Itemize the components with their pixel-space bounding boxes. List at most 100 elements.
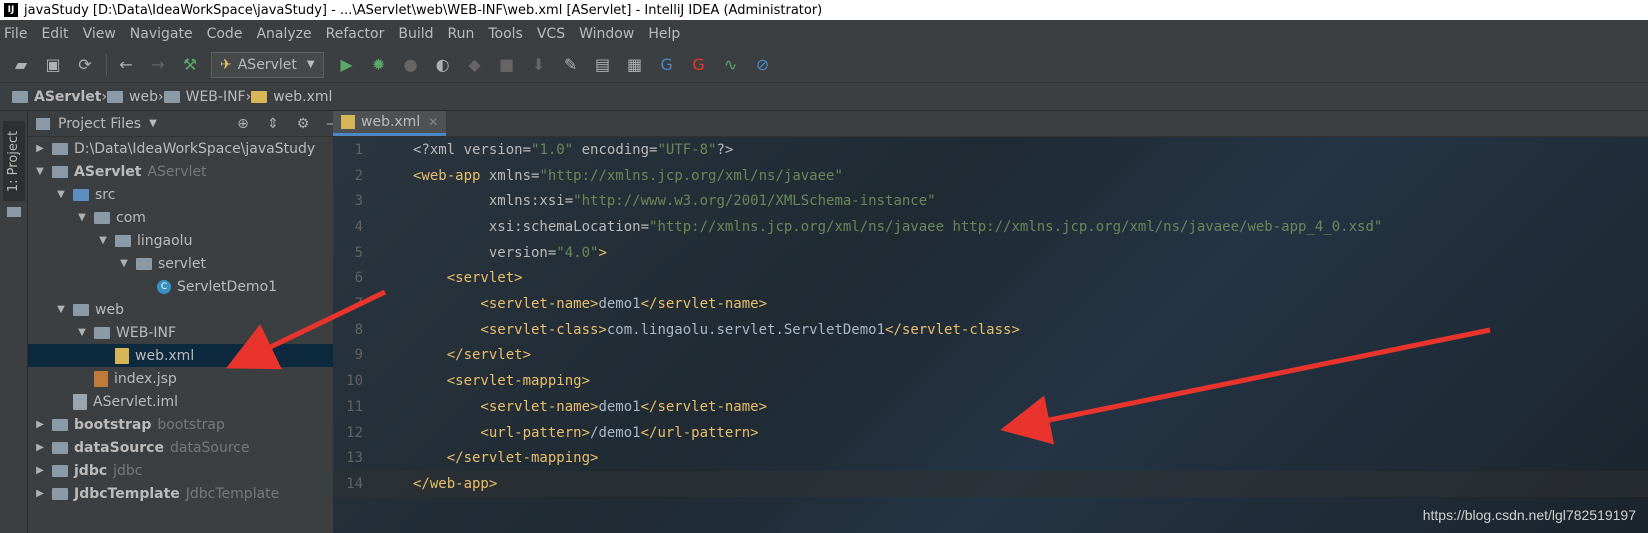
code-line[interactable]: 6 <servlet> [333, 266, 1648, 292]
menu-code[interactable]: Code [207, 26, 243, 42]
coverage-icon[interactable]: ● [400, 54, 422, 76]
collapsed-arrow-icon[interactable]: ▶ [32, 442, 48, 453]
tree-item[interactable]: ▼ com [28, 206, 348, 229]
breadcrumb-item[interactable]: web [107, 89, 158, 105]
expanded-arrow-icon[interactable]: ▼ [32, 166, 48, 177]
forward-arrow-icon[interactable]: → [147, 54, 169, 76]
tree-item[interactable]: ▼ servlet [28, 252, 348, 275]
code-text: </servlet> [413, 347, 531, 363]
code-line[interactable]: 3 xmlns:xsi="http://www.w3.org/2001/XMLS… [333, 188, 1648, 214]
code-token: </servlet> [413, 347, 532, 364]
close-icon[interactable]: ✕ [428, 115, 438, 129]
save-icon[interactable]: ▣ [42, 54, 64, 76]
tree-item[interactable]: ▶ bootstrap bootstrap [28, 413, 348, 436]
collapsed-arrow-icon[interactable]: ▶ [32, 465, 48, 476]
collapse-all-icon[interactable]: ⇕ [258, 116, 288, 132]
tree-item-label: dataSource [74, 439, 164, 456]
tree-item[interactable]: C ServletDemo1 [28, 275, 348, 298]
code-line[interactable]: 10 <servlet-mapping> [333, 368, 1648, 394]
tree-item[interactable]: index.jsp [28, 367, 348, 390]
chevron-down-icon[interactable]: ▼ [149, 118, 157, 129]
collapsed-arrow-icon[interactable]: ▶ [32, 488, 48, 499]
menu-window[interactable]: Window [579, 26, 634, 42]
code-line[interactable]: 13 </servlet-mapping> [333, 445, 1648, 471]
tree-item[interactable]: ▼ web [28, 298, 348, 321]
menu-edit[interactable]: Edit [41, 26, 68, 42]
tree-item[interactable]: AServlet.iml [28, 390, 348, 413]
folder-icon[interactable] [7, 207, 21, 217]
menu-tools[interactable]: Tools [488, 26, 523, 42]
tree-item[interactable]: ▼ src [28, 183, 348, 206]
expanded-arrow-icon[interactable]: ▼ [53, 189, 69, 200]
code-line[interactable]: 7 <servlet-name>demo1</servlet-name> [333, 291, 1648, 317]
code-line[interactable]: 5 version="4.0"> [333, 240, 1648, 266]
menu-vcs[interactable]: VCS [537, 26, 565, 42]
statistic-chart-icon[interactable]: ∿ [720, 54, 742, 76]
tree-item[interactable]: ▶ D:\Data\IdeaWorkSpace\javaStudy [28, 137, 348, 160]
tab-web-xml[interactable]: web.xml ✕ [333, 111, 447, 136]
project-view-selector[interactable]: Project Files [58, 116, 141, 132]
code-token: xmlns:xsi= [413, 193, 574, 210]
menu-navigate[interactable]: Navigate [130, 26, 193, 42]
run-icon[interactable]: ▶ [336, 54, 358, 76]
menu-help[interactable]: Help [648, 26, 680, 42]
tree-item[interactable]: ▶ jdbc jdbc [28, 459, 348, 482]
toolbar: ▰ ▣ ⟳ ← → ⚒ ✈ AServlet ▼ ▶ ✹ ● ◐ ◆ ■ ⬇ ✎… [0, 47, 1648, 83]
collapsed-arrow-icon[interactable]: ▶ [32, 419, 48, 430]
expanded-arrow-icon[interactable]: ▼ [95, 235, 111, 246]
menu-refactor[interactable]: Refactor [326, 26, 385, 42]
locate-target-icon[interactable]: ⊕ [228, 116, 258, 132]
tree-item[interactable]: ▶ dataSource dataSource [28, 436, 348, 459]
wrench-settings-icon[interactable]: ✎ [560, 54, 582, 76]
project-tool-tab[interactable]: 1: Project [3, 121, 25, 201]
translate-google-icon[interactable]: G [656, 54, 678, 76]
code-line[interactable]: 14 </web-app> [333, 471, 1648, 497]
code-editor[interactable]: 1 <?xml version="1.0" encoding="UTF-8"?> 2… [333, 137, 1648, 533]
sdk-icon[interactable]: ▦ [624, 54, 646, 76]
menu-view[interactable]: View [83, 26, 116, 42]
gear-icon[interactable]: ⚙ [288, 116, 318, 132]
debug-bug-icon[interactable]: ✹ [368, 54, 390, 76]
vcs-commit-icon[interactable]: ⬇ [528, 54, 550, 76]
code-line[interactable]: 8 <servlet-class>com.lingaolu.servlet.Se… [333, 317, 1648, 343]
run-config-dropdown[interactable]: ✈ AServlet ▼ [211, 51, 324, 78]
build-hammer-icon[interactable]: ⚒ [179, 54, 201, 76]
code-line[interactable]: 1 <?xml version="1.0" encoding="UTF-8"?> [333, 137, 1648, 163]
breadcrumb-item[interactable]: AServlet [12, 89, 101, 105]
project-structure-icon[interactable]: ▤ [592, 54, 614, 76]
code-line[interactable]: 9 </servlet> [333, 343, 1648, 369]
menu-run[interactable]: Run [448, 26, 475, 42]
menu-analyze[interactable]: Analyze [256, 26, 311, 42]
tree-item[interactable]: web.xml [28, 344, 348, 367]
menu-build[interactable]: Build [398, 26, 433, 42]
menu-file[interactable]: File [4, 26, 27, 42]
expanded-arrow-icon[interactable]: ▼ [116, 258, 132, 269]
no-entry-icon[interactable]: ⊘ [752, 54, 774, 76]
back-arrow-icon[interactable]: ← [115, 54, 137, 76]
tree-item[interactable]: ▼ WEB-INF [28, 321, 348, 344]
breadcrumb-item[interactable]: web.xml [251, 89, 332, 105]
code-line[interactable]: 12 <url-pattern>/demo1</url-pattern> [333, 420, 1648, 446]
expanded-arrow-icon[interactable]: ▼ [53, 304, 69, 315]
line-number: 9 [354, 347, 363, 364]
line-number: 1 [354, 141, 363, 158]
code-line[interactable]: 2 <web-app xmlns="http://xmlns.jcp.org/xm… [333, 163, 1648, 189]
expanded-arrow-icon[interactable]: ▼ [74, 212, 90, 223]
breadcrumb-item[interactable]: WEB-INF [163, 89, 246, 105]
run-config-label: AServlet [237, 56, 297, 73]
tree-item[interactable]: ▼ AServlet AServlet [28, 160, 348, 183]
open-folder-icon[interactable]: ▰ [10, 54, 32, 76]
code-line[interactable]: 4 xsi:schemaLocation="http://xmlns.jcp.o… [333, 214, 1648, 240]
code-line[interactable]: 11 <servlet-name>demo1</servlet-name> [333, 394, 1648, 420]
tree-item[interactable]: ▼ lingaolu [28, 229, 348, 252]
profile-icon[interactable]: ◐ [432, 54, 454, 76]
sync-icon[interactable]: ⟳ [74, 54, 96, 76]
translate-google-red-icon[interactable]: G [688, 54, 710, 76]
stop-icon[interactable]: ◆ [464, 54, 486, 76]
project-tree: ▶ D:\Data\IdeaWorkSpace\javaStudy ▼ AServle… [28, 137, 348, 505]
collapsed-arrow-icon[interactable]: ▶ [32, 143, 48, 154]
tree-item[interactable]: ▶ JdbcTemplate JdbcTemplate [28, 482, 348, 505]
code-token: </servlet-name> [640, 398, 768, 415]
vcs-update-icon[interactable]: ■ [496, 54, 518, 76]
expanded-arrow-icon[interactable]: ▼ [74, 327, 90, 338]
